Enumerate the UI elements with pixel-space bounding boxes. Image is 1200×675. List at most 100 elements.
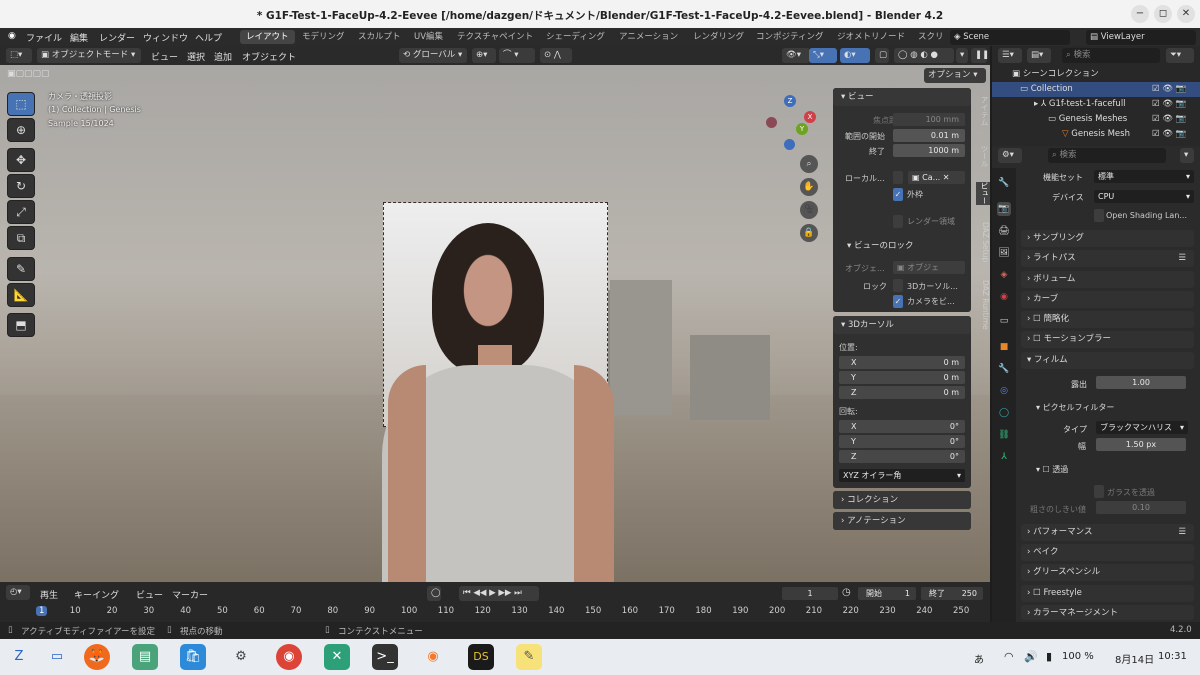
outline-checkbox[interactable]: ✓ bbox=[893, 188, 903, 201]
gizmo-x-axis[interactable]: X bbox=[804, 111, 816, 123]
tab-daz-runtime[interactable]: DAZ Runtime bbox=[976, 280, 990, 330]
daz-studio-icon[interactable]: DS bbox=[468, 644, 494, 670]
add-cube-tool-icon[interactable]: ⬒ bbox=[7, 313, 35, 337]
tab-layout[interactable]: レイアウト bbox=[240, 30, 295, 44]
clip-end-field[interactable]: 1000 m bbox=[893, 144, 965, 157]
pan-hand-icon[interactable]: ✋ bbox=[800, 178, 818, 196]
collection-tab-icon[interactable]: ▭ bbox=[997, 314, 1011, 328]
tab-scripting[interactable]: スクリ bbox=[912, 30, 950, 44]
tab-rendering[interactable]: レンダリング bbox=[687, 30, 750, 44]
section-film[interactable]: ▾ フィルム bbox=[1021, 352, 1194, 369]
measure-tool-icon[interactable]: 📐 bbox=[7, 283, 35, 307]
cursor-x-field[interactable]: X0 m bbox=[839, 356, 965, 369]
properties-editor-icon[interactable]: ⚙▾ bbox=[998, 148, 1022, 163]
tab-shading[interactable]: シェーディング bbox=[540, 30, 611, 44]
presets-list-icon[interactable]: ☰ bbox=[1178, 524, 1186, 541]
outliner-row-mesh[interactable]: ▽ Genesis Mesh ☑ 👁 📷 bbox=[992, 127, 1200, 142]
data-tab-icon[interactable]: ⅄ bbox=[997, 450, 1011, 464]
date-label[interactable]: 8月14日 bbox=[1115, 651, 1154, 666]
outliner-filter-button[interactable]: ⏷▾ bbox=[1166, 48, 1194, 63]
vp-menu-select[interactable]: 選択 bbox=[187, 50, 205, 63]
tab-animation[interactable]: アニメーション bbox=[613, 30, 684, 44]
rotation-mode-dropdown[interactable]: XYZ オイラー角 ▾ bbox=[839, 469, 965, 482]
scale-tool-icon[interactable]: ⤢ bbox=[7, 200, 35, 224]
blender-logo-icon[interactable]: ◉ bbox=[8, 31, 16, 41]
gizmo-z-axis[interactable]: Z bbox=[784, 95, 796, 107]
navigation-gizmo[interactable]: Z X Y bbox=[762, 93, 818, 150]
outliner-filter-icon[interactable]: ▤▾ bbox=[1027, 48, 1051, 63]
ime-indicator[interactable]: あ bbox=[974, 651, 984, 666]
tab-compositing[interactable]: コンポジティング bbox=[750, 30, 830, 44]
cursor-tool-icon[interactable]: ⊕ bbox=[7, 118, 35, 142]
pivot-button[interactable]: ⊕▾ bbox=[472, 48, 496, 63]
gizmo-neg-x[interactable] bbox=[766, 117, 777, 128]
settings-icon[interactable]: ⚙ bbox=[228, 644, 254, 670]
volume-icon[interactable]: 🔊 bbox=[1024, 650, 1038, 663]
software-store-icon[interactable]: 🛍 bbox=[180, 644, 206, 670]
menu-file[interactable]: ファイル bbox=[26, 31, 62, 44]
filter-width-field[interactable]: 1.50 px bbox=[1096, 438, 1186, 451]
menu-help[interactable]: ヘルプ bbox=[195, 31, 222, 44]
tab-tool[interactable]: ツール bbox=[976, 145, 990, 168]
section-light-paths[interactable]: › ライトパス ☰ bbox=[1021, 250, 1194, 267]
roughness-field[interactable]: 0.10 bbox=[1096, 501, 1186, 514]
frame-ruler[interactable]: 1 10 20 30 40 50 60 70 80 90 100 110 120 130 140 150 160… bbox=[0, 582, 990, 622]
minimize-button[interactable]: − bbox=[1131, 5, 1149, 23]
snap-button[interactable]: ⌒ ▾ bbox=[499, 48, 535, 63]
lock-object-field[interactable]: ▣ オブジェ bbox=[893, 261, 965, 274]
section-curves[interactable]: › カーブ bbox=[1021, 291, 1194, 308]
row-visibility-icons[interactable]: ☑ 👁 📷 bbox=[1152, 97, 1186, 112]
close-button[interactable]: ✕ bbox=[1177, 5, 1195, 23]
outliner-search[interactable]: ⌕ 検索 bbox=[1062, 48, 1160, 63]
world-tab-icon[interactable]: ◉ bbox=[997, 290, 1011, 304]
zorin-menu-icon[interactable]: Z bbox=[6, 644, 32, 670]
view-lock-header[interactable]: ▾ ビューのロック bbox=[847, 239, 913, 251]
options-dropdown[interactable]: オプション ▾ bbox=[924, 68, 986, 83]
render-region-checkbox[interactable] bbox=[893, 215, 903, 228]
cursor-y-field[interactable]: Y0 m bbox=[839, 371, 965, 384]
vp-menu-view[interactable]: ビュー bbox=[151, 50, 178, 63]
tool-tab-icon[interactable]: 🔧 bbox=[997, 176, 1011, 190]
camera-view-icon[interactable]: 🎥 bbox=[800, 201, 818, 219]
modifier-tab-icon[interactable]: 🔧 bbox=[997, 362, 1011, 376]
battery-icon[interactable]: ▮ bbox=[1046, 650, 1052, 663]
outliner-row-meshes[interactable]: ▭ Genesis Meshes ☑ 👁 📷 bbox=[992, 112, 1200, 127]
device-dropdown[interactable]: CPU ▾ bbox=[1094, 190, 1194, 203]
section-volumes[interactable]: › ボリューム bbox=[1021, 271, 1194, 288]
xray-button[interactable]: ▢ bbox=[875, 48, 889, 63]
maximize-button[interactable]: ◻ bbox=[1154, 5, 1172, 23]
cursor-panel-header[interactable]: ▾ 3Dカーソル bbox=[833, 316, 971, 334]
tab-modeling[interactable]: モデリング bbox=[296, 30, 351, 44]
clip-start-field[interactable]: 0.01 m bbox=[893, 129, 965, 142]
view-layer-tab-icon[interactable]: 🖼 bbox=[997, 246, 1011, 260]
view-panel-header[interactable]: ▾ ビュー bbox=[833, 88, 971, 106]
scene-selector[interactable]: ◈ Scene bbox=[950, 30, 1070, 45]
app-x-icon[interactable]: ✕ bbox=[324, 644, 350, 670]
row-visibility-icons[interactable]: ☑ 👁 📷 bbox=[1152, 82, 1186, 97]
firefox-icon[interactable]: 🦊 bbox=[84, 644, 110, 670]
tab-daz-setup[interactable]: DAZ Setup bbox=[976, 222, 990, 262]
tab-sculpt[interactable]: スカルプト bbox=[352, 30, 407, 44]
tab-item[interactable]: アイテム bbox=[976, 96, 990, 126]
pixel-filter-header[interactable]: ▾ ピクセルフィルター bbox=[1036, 402, 1114, 413]
section-simplify[interactable]: › ☐ 簡略化 bbox=[1021, 311, 1194, 328]
gizmo-neg-z[interactable] bbox=[784, 139, 795, 150]
section-grease-pencil[interactable]: › グリースペンシル bbox=[1021, 564, 1194, 581]
cursor-rot-y-field[interactable]: Y 0° bbox=[839, 435, 965, 448]
properties-options[interactable]: ▾ bbox=[1180, 148, 1194, 163]
tab-texture-paint[interactable]: テクスチャペイント bbox=[451, 30, 539, 44]
lock-icon[interactable]: 🔒 bbox=[800, 224, 818, 242]
view-layer-selector[interactable]: ▤ ViewLayer bbox=[1086, 30, 1196, 45]
filter-type-dropdown[interactable]: ブラックマンハリス ▾ bbox=[1096, 421, 1188, 434]
select-mode-icons[interactable]: ▣▢▢▢▢ bbox=[7, 69, 51, 83]
lock-cursor-checkbox[interactable] bbox=[893, 279, 903, 292]
menu-edit[interactable]: 編集 bbox=[70, 31, 88, 44]
menu-window[interactable]: ウィンドウ bbox=[143, 31, 188, 44]
cursor-z-field[interactable]: Z0 m bbox=[839, 386, 965, 399]
annotate-tool-icon[interactable]: ✎ bbox=[7, 257, 35, 281]
section-sampling[interactable]: › サンプリング bbox=[1021, 230, 1194, 247]
editor-type-button[interactable]: ⬚▾ bbox=[6, 48, 32, 63]
glass-checkbox[interactable] bbox=[1094, 485, 1104, 498]
row-visibility-icons[interactable]: ☑ 👁 📷 bbox=[1152, 112, 1186, 127]
files-icon[interactable]: ▤ bbox=[132, 644, 158, 670]
